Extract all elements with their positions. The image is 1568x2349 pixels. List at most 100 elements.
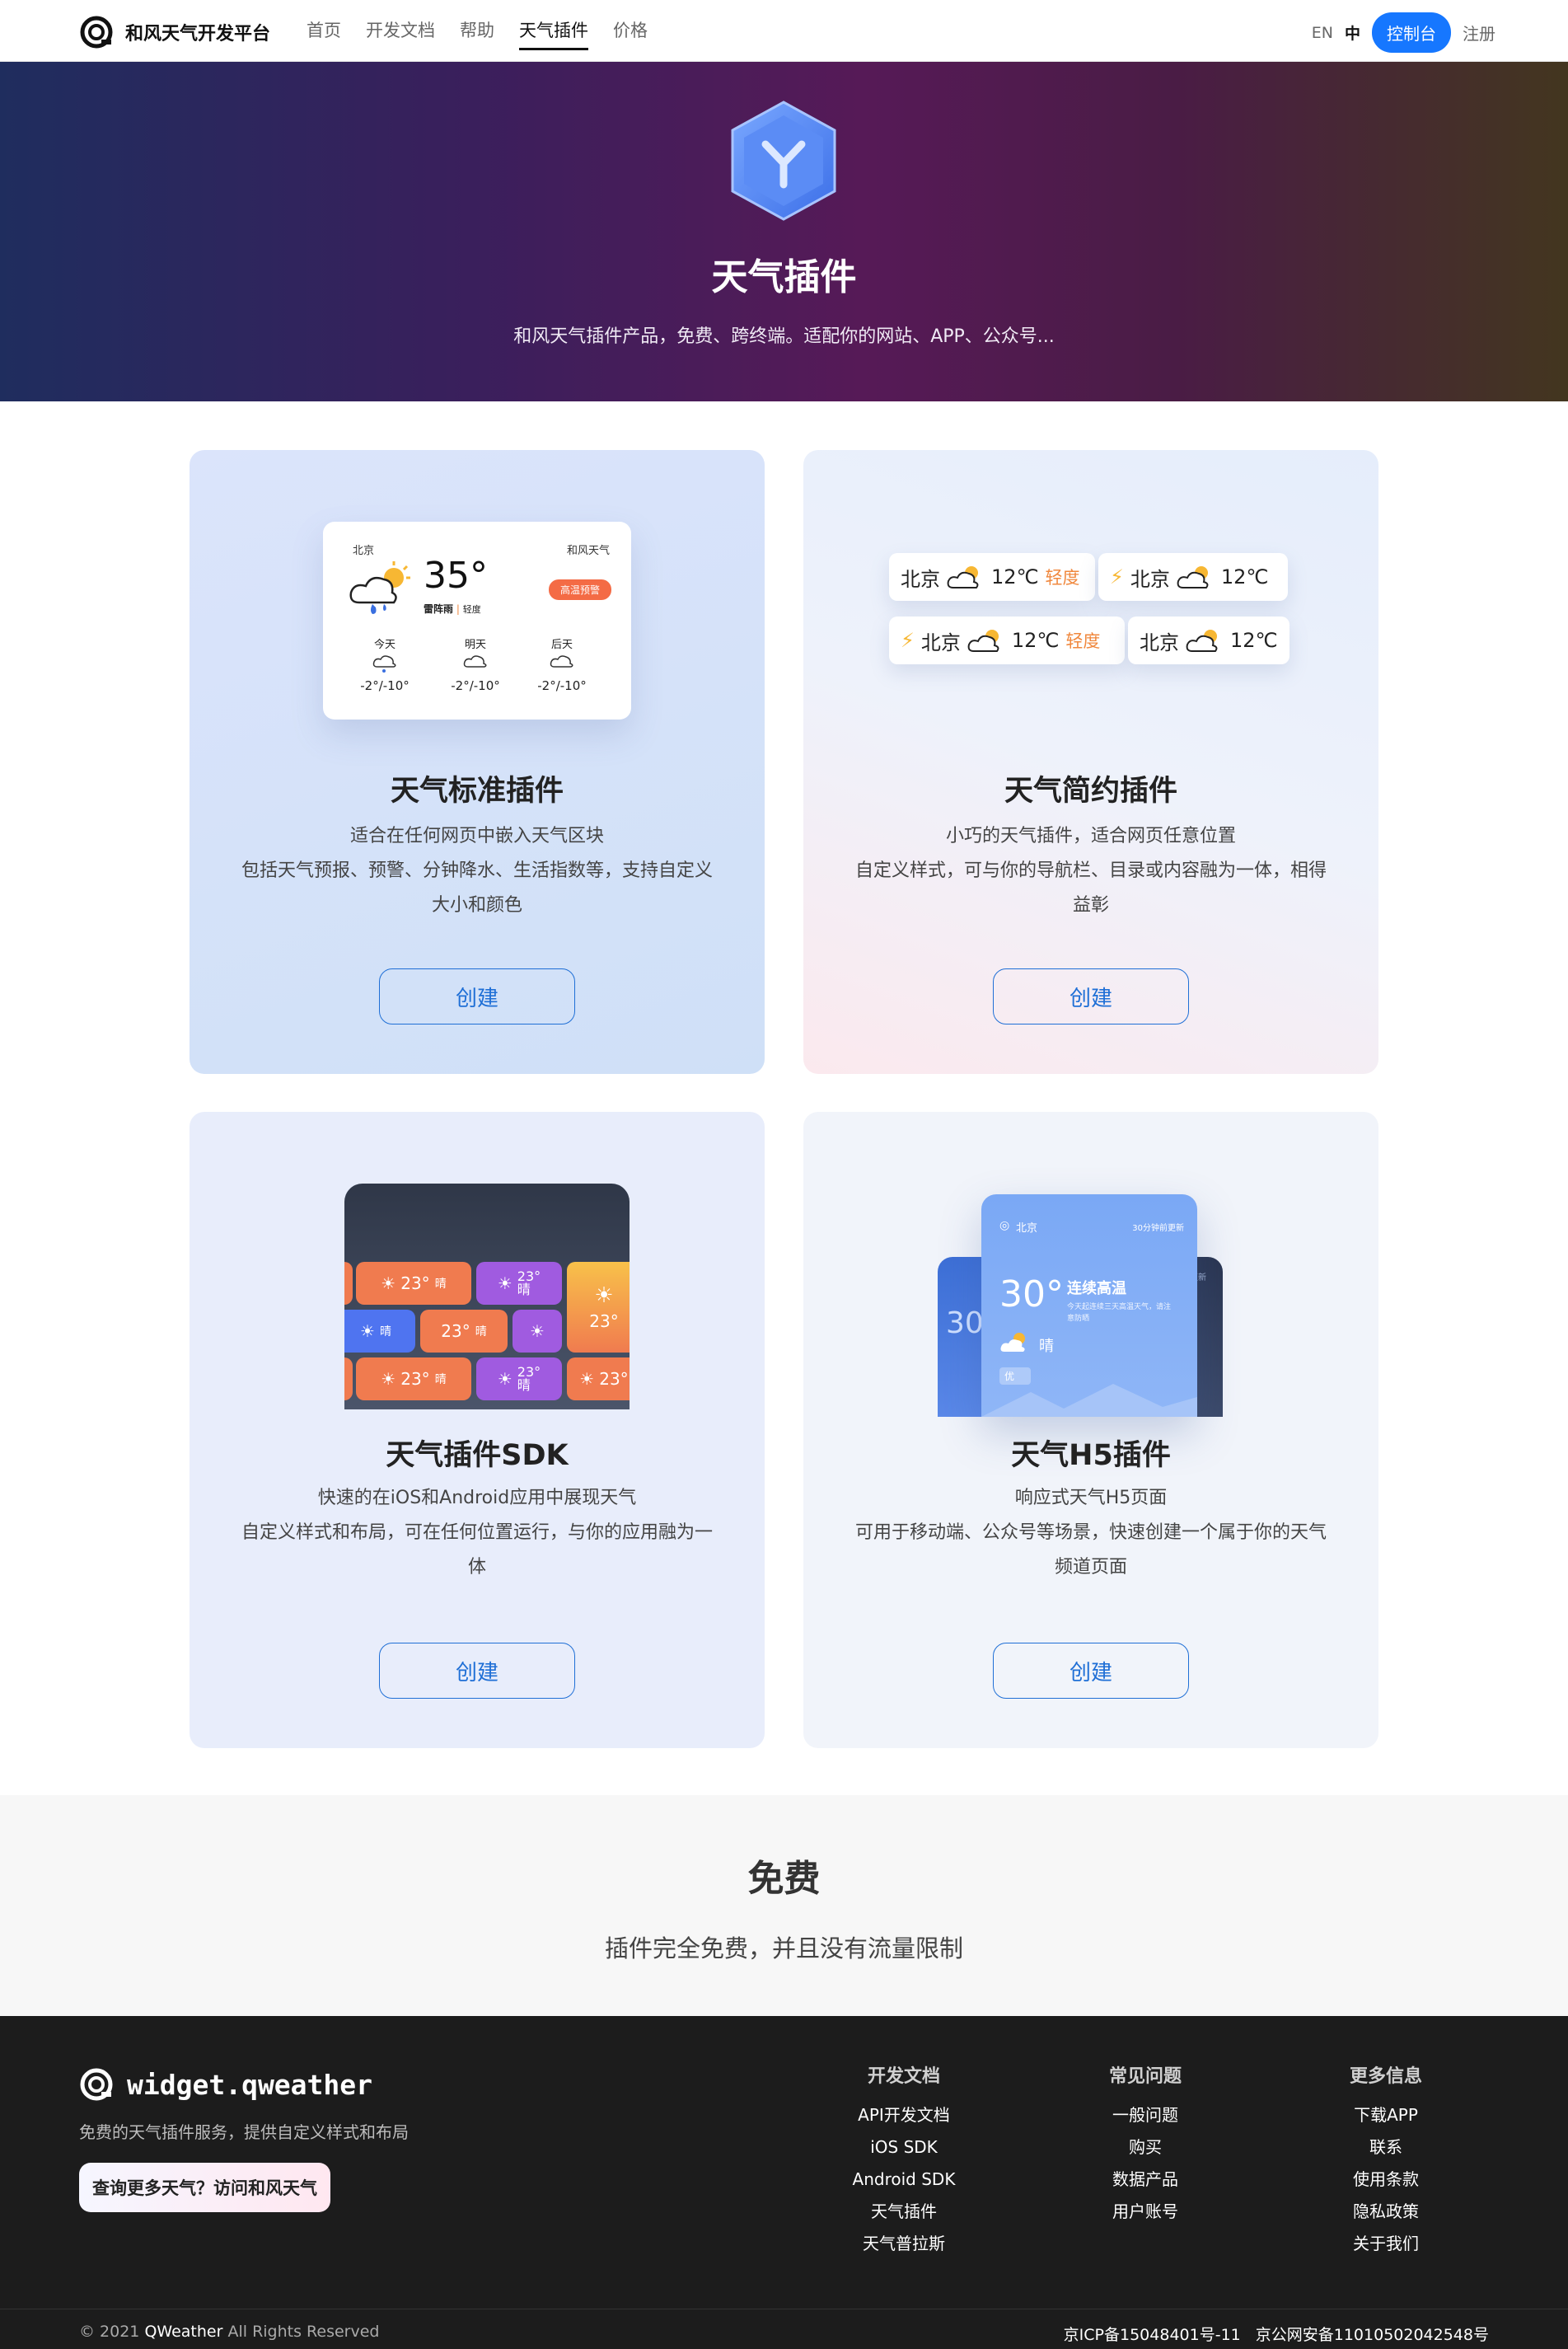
visit-qweather-button[interactable]: 查询更多天气？访问和风天气 — [79, 2163, 330, 2212]
simple-widget-card: 北京 12℃ 轻度 ⚡ 北京 12℃ ⚡ 北京 12℃ 轻度 北京 12℃ 天气… — [803, 450, 1378, 1074]
partly-cloudy-icon — [1186, 630, 1218, 652]
brand-name: 和风天气开发平台 — [125, 24, 271, 45]
copyright: © 2021 QWeather All Rights Reserved — [79, 2323, 380, 2341]
footer-logo[interactable]: widget.qweather — [79, 2067, 372, 2102]
create-sdk-widget-button[interactable]: 创建 — [379, 1643, 575, 1699]
sun-icon: ☀ — [594, 1283, 614, 1308]
footer-column-title: 开发文档 — [867, 2066, 940, 2087]
footer-link[interactable]: 联系 — [1304, 2131, 1468, 2164]
footer-column-more: 更多信息 下载APP 联系 使用条款 隐私政策 关于我们 — [1304, 2061, 1468, 2260]
card-title: 天气插件SDK — [386, 1439, 569, 1472]
footer-description: 免费的天气插件服务，提供自定义样式和布局 — [79, 2122, 409, 2142]
cloud-icon — [550, 655, 573, 668]
preview-temp: 35° — [424, 555, 488, 597]
card-description: 适合在任何网页中嵌入天气区块 包括天气预报、预警、分钟降水、生活指数等，支持自定… — [241, 826, 713, 916]
nav-help[interactable]: 帮助 — [460, 0, 494, 62]
footer-logo-text: widget.qweather — [127, 2068, 373, 2101]
footer-column-title: 更多信息 — [1349, 2066, 1422, 2087]
card-description: 快速的在iOS和Android应用中展现天气 自定义样式和布局，可在任何位置运行… — [241, 1488, 713, 1578]
footer-link[interactable]: 天气普拉斯 — [821, 2228, 986, 2260]
footer-link[interactable]: API开发文档 — [821, 2099, 986, 2131]
standard-widget-preview: 北京 和风天气 35° 雷阵雨 | 轻度 高温预警 今天 明天 后天 -2°/-… — [323, 522, 631, 720]
create-h5-widget-button[interactable]: 创建 — [993, 1643, 1189, 1699]
footer-link[interactable]: 用户账号 — [1063, 2196, 1228, 2228]
footer-link[interactable]: 隐私政策 — [1304, 2196, 1468, 2228]
heat-alert-badge: 高温预警 — [548, 579, 611, 600]
lightning-icon: ⚡ — [1110, 565, 1124, 588]
standard-widget-card: 北京 和风天气 35° 雷阵雨 | 轻度 高温预警 今天 明天 后天 -2°/-… — [190, 450, 765, 1074]
sun-icon: ☀ — [381, 1273, 396, 1293]
h5-city: 北京 — [1016, 1222, 1038, 1235]
sdk-tile: ☀ 23° — [567, 1357, 630, 1400]
create-standard-widget-button[interactable]: 创建 — [379, 968, 575, 1024]
card-title: 天气标准插件 — [390, 775, 564, 808]
forecast-range: -2°/-10° — [360, 678, 410, 693]
footer-link[interactable]: 天气插件 — [821, 2196, 986, 2228]
phone-front: ◎ 北京 30分钟前更新 30° 连续高温 今天起连续三天高温天气，请注意防晒 … — [981, 1194, 1197, 1417]
police-record-link[interactable]: 京公网安备11010502042548号 — [1256, 2323, 1489, 2345]
sdk-tile: ☀ 23° 晴 — [356, 1262, 471, 1305]
partly-sunny-icon — [1000, 1333, 1025, 1352]
h5-note: 今天起连续三天高温天气，请注意防晒 — [1067, 1303, 1172, 1323]
create-simple-widget-button[interactable]: 创建 — [993, 968, 1189, 1024]
footer-link[interactable]: Android SDK — [821, 2164, 986, 2196]
copyright-brand-link[interactable]: QWeather — [144, 2323, 222, 2341]
preview-brand: 和风天气 — [566, 545, 610, 557]
card-title: 天气简约插件 — [1004, 775, 1177, 808]
partly-cloudy-icon — [947, 566, 979, 588]
free-subtitle: 插件完全免费，并且没有流量限制 — [604, 1934, 963, 1962]
mountain-decoration — [981, 1384, 1197, 1417]
sun-icon: ☀ — [360, 1321, 375, 1341]
forecast-range: -2°/-10° — [537, 678, 587, 693]
brand-logo[interactable]: 和风天气开发平台 — [79, 15, 270, 49]
rain-cloud-icon — [372, 655, 396, 673]
cloud-icon — [463, 655, 487, 668]
free-title: 免费 — [747, 1858, 821, 1900]
icp-link[interactable]: 京ICP备15048401号-11 — [1064, 2323, 1241, 2345]
simple-widget-chip: ⚡ 北京 12℃ 轻度 — [889, 617, 1125, 664]
footer-link[interactable]: iOS SDK — [821, 2131, 986, 2164]
sdk-tile: ☀ — [513, 1310, 562, 1353]
card-description: 响应式天气H5页面 可用于移动端、公众号等场景，快速创建一个属于你的天气频道页面 — [854, 1488, 1327, 1578]
nav-home[interactable]: 首页 — [307, 0, 341, 62]
register-link[interactable]: 注册 — [1463, 21, 1495, 45]
footer-link[interactable]: 一般问题 — [1063, 2099, 1228, 2131]
forecast-day-label: 今天 — [373, 639, 396, 651]
forecast-range: -2°/-10° — [451, 678, 500, 693]
partly-cloudy-icon — [1177, 566, 1209, 588]
footer-link[interactable]: 数据产品 — [1063, 2164, 1228, 2196]
console-button[interactable]: 控制台 — [1372, 12, 1451, 53]
registration-info: 京ICP备15048401号-11 京公网安备11010502042548号 — [1064, 2323, 1489, 2345]
sdk-tile: 23° 晴 — [420, 1310, 508, 1353]
lang-en-link[interactable]: EN — [1312, 24, 1333, 42]
h5-temp: 30° — [999, 1273, 1064, 1315]
footer-link[interactable]: 下载APP — [1304, 2099, 1468, 2131]
h5-condition: 晴 — [1039, 1338, 1054, 1355]
hero-subtitle: 和风天气插件产品，免费、跨终端。适配你的网站、APP、公众号... — [513, 326, 1055, 347]
footer-link[interactable]: 关于我们 — [1304, 2228, 1468, 2260]
site-footer: widget.qweather 免费的天气插件服务，提供自定义样式和布局 查询更… — [0, 2016, 1568, 2349]
sdk-widget-card: ☀ 23° 晴 ☀ 23° 晴 ☀ 23° ☀ 晴 23° 晴 ☀ ☀ 23° 晴 ☀ 23° 晴 ☀… — [190, 1112, 765, 1748]
back-temp: 30 — [946, 1306, 984, 1340]
qweather-logo-icon — [80, 2068, 113, 2101]
nav-docs[interactable]: 开发文档 — [366, 0, 435, 62]
footer-link[interactable]: 购买 — [1063, 2131, 1228, 2164]
footer-column-title: 常见问题 — [1108, 2066, 1182, 2087]
thunderstorm-icon — [349, 561, 410, 614]
partly-cloudy-icon — [967, 630, 999, 652]
sun-icon: ☀ — [497, 1369, 513, 1389]
sdk-tile: ☀ 23° — [567, 1262, 630, 1353]
location-icon: ◎ — [999, 1219, 1010, 1232]
sun-icon: ☀ — [530, 1321, 545, 1341]
h5-updated: 30分钟前更新 — [1132, 1224, 1184, 1233]
qweather-logo-icon — [80, 16, 113, 49]
simple-widget-chip: 北京 12℃ 轻度 — [889, 553, 1095, 601]
lang-zh-link[interactable]: 中 — [1345, 21, 1360, 44]
sdk-tile: ☀ 23° 晴 — [356, 1357, 471, 1400]
nav-pricing[interactable]: 价格 — [613, 0, 648, 62]
footer-link[interactable]: 使用条款 — [1304, 2164, 1468, 2196]
nav-widgets[interactable]: 天气插件 — [519, 0, 588, 62]
sdk-tile: ☀ 23° 晴 — [476, 1357, 562, 1400]
preview-city: 北京 — [353, 545, 375, 557]
hero-banner: 天气插件 和风天气插件产品，免费、跨终端。适配你的网站、APP、公众号... — [0, 62, 1568, 401]
